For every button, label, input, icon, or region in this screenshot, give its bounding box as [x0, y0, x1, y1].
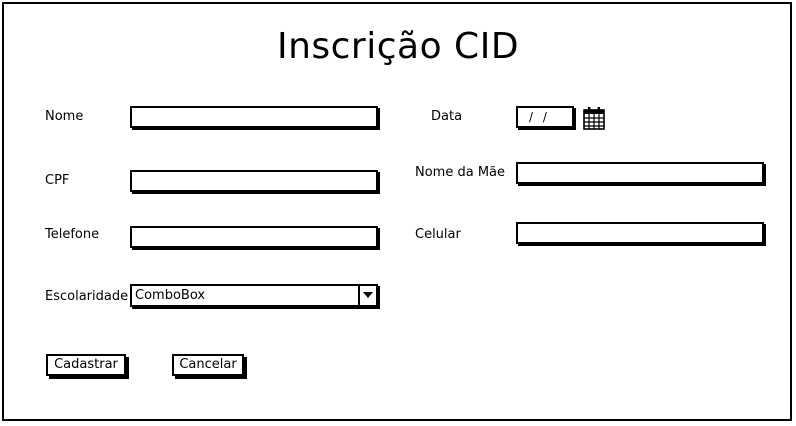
telefone-label: Telefone [45, 227, 100, 242]
nome-field[interactable] [130, 106, 378, 128]
escolaridade-combobox[interactable]: ComboBox [130, 284, 378, 307]
calendar-icon[interactable] [583, 106, 605, 130]
escolaridade-label: Escolaridade [45, 289, 129, 304]
chevron-down-icon[interactable] [358, 286, 376, 305]
nome-label: Nome [45, 109, 84, 124]
cpf-field[interactable] [130, 170, 378, 192]
cadastrar-button[interactable]: Cadastrar [46, 354, 126, 376]
telefone-field[interactable] [130, 226, 378, 248]
page-title: Inscrição CID [276, 26, 520, 67]
celular-label: Celular [415, 227, 461, 242]
data-label: Data [431, 109, 463, 124]
cpf-label: CPF [45, 173, 70, 188]
mae-label: Nome da Mãe [415, 165, 506, 180]
date-field[interactable]: / / [516, 106, 574, 128]
celular-field[interactable] [516, 222, 764, 244]
escolaridade-selected-value: ComboBox [135, 288, 206, 303]
cancelar-button[interactable]: Cancelar [172, 354, 244, 376]
mae-field[interactable] [516, 162, 764, 184]
